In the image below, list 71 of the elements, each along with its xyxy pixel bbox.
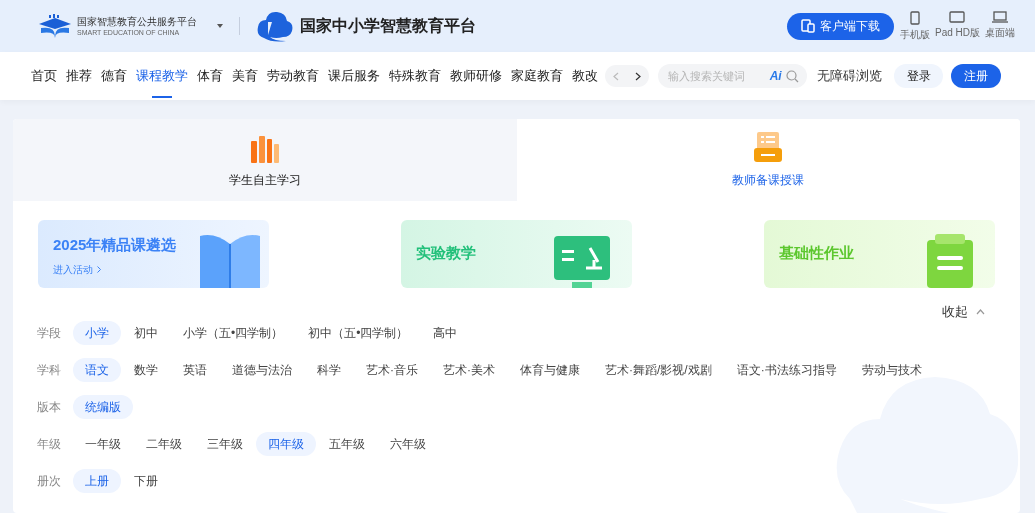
filter-chip[interactable]: 六年级	[378, 431, 438, 456]
filter-label: 册次	[37, 472, 62, 490]
filter-label: 版本	[37, 398, 62, 416]
filter-chip[interactable]: 英语	[171, 357, 219, 382]
filter-chip[interactable]: 三年级	[195, 431, 255, 456]
filter-label: 学段	[37, 324, 62, 342]
tablet-icon	[949, 10, 966, 23]
filter-chip[interactable]: 体育与健康	[508, 357, 592, 382]
device-link[interactable]: 桌面端	[985, 10, 1015, 42]
login-button[interactable]: 登录	[893, 64, 944, 88]
filter-label: 学科	[37, 361, 62, 379]
nav-tab[interactable]: 家庭教育	[511, 52, 563, 100]
filter-label: 年级	[37, 435, 62, 453]
nav-tab[interactable]: 劳动教育	[267, 52, 319, 100]
nav-tab[interactable]: 美育	[232, 52, 258, 100]
filter-chip[interactable]: 一年级	[73, 431, 133, 456]
logo-title: 国家智慧教育公共服务平台	[77, 16, 197, 27]
teacher-desk-icon	[753, 131, 784, 163]
accessibility-link[interactable]: 无障碍浏览	[816, 66, 882, 86]
filter-chip[interactable]: 高中	[421, 320, 470, 345]
download-button[interactable]: 客户端下载	[787, 12, 894, 40]
books-icon	[249, 135, 280, 163]
banner-title: 实验教学	[416, 243, 476, 263]
nav-tab[interactable]: 推荐	[66, 52, 92, 100]
ai-label[interactable]: Ai	[769, 67, 782, 85]
chevron-up-icon	[976, 308, 985, 315]
platform-title: 国家中小学智慧教育平台	[300, 15, 476, 37]
banner-title: 基础性作业	[779, 243, 854, 263]
nav-tab[interactable]: 课后服务	[328, 52, 380, 100]
nav-tab[interactable]: 体育	[197, 52, 223, 100]
laptop-icon	[992, 10, 1008, 23]
filter-chip[interactable]: 道德与法治	[220, 357, 304, 382]
mode-tab[interactable]: 学生自主学习	[13, 119, 517, 201]
filter-chip[interactable]: 语文·书法练习指导	[724, 357, 849, 382]
device-link[interactable]: Pad HD版	[935, 10, 980, 42]
nav-tab[interactable]: 教师研修	[450, 52, 502, 100]
filter-chip[interactable]: 下册	[122, 468, 170, 493]
filter-chip[interactable]: 艺术·音乐	[354, 357, 430, 382]
filter-chip[interactable]: 初中	[122, 320, 170, 345]
caret-icon[interactable]	[217, 24, 223, 28]
filter-chip[interactable]: 初中（五•四学制）	[296, 320, 421, 345]
filter-chip[interactable]: 数学	[122, 357, 170, 382]
book-logo-icon	[37, 14, 73, 38]
filter-chip[interactable]: 艺术·舞蹈/影视/戏剧	[593, 357, 724, 382]
collapse-button[interactable]: 收起	[942, 302, 985, 322]
nav-tab[interactable]: 课程教学	[136, 52, 188, 100]
devices-icon	[801, 19, 815, 33]
device-link[interactable]: 手机版	[900, 10, 930, 42]
chevron-right-icon[interactable]	[634, 71, 641, 81]
nav-tab[interactable]: 教改	[572, 52, 598, 100]
filter-chip[interactable]: 劳动与技术	[849, 357, 934, 382]
filter-chip[interactable]: 统编版	[73, 394, 133, 419]
filter-chip[interactable]: 语文	[73, 357, 121, 382]
filter-chip[interactable]: 上册	[73, 468, 121, 493]
clipboard-drawing	[927, 234, 973, 288]
nav-tab[interactable]: 首页	[31, 52, 57, 100]
nav-tab[interactable]: 德育	[101, 52, 127, 100]
filter-chip[interactable]: 四年级	[256, 431, 316, 456]
filter-chip[interactable]: 小学	[73, 320, 121, 345]
phone-icon	[910, 10, 920, 25]
filter-chip[interactable]: 小学（五•四学制）	[171, 320, 296, 345]
filter-chip[interactable]: 科学	[305, 357, 353, 382]
microscope-screen-drawing	[554, 236, 610, 288]
cloud-logo-icon	[256, 10, 294, 42]
filter-chip[interactable]: 艺术·美术	[431, 357, 507, 382]
banner-title: 2025年精品课遴选	[53, 235, 177, 255]
filter-chip[interactable]: 二年级	[134, 431, 194, 456]
filter-chip[interactable]: 五年级	[317, 431, 377, 456]
register-button[interactable]: 注册	[951, 64, 1001, 88]
nav-tab[interactable]: 特殊教育	[389, 52, 441, 100]
chevron-right-icon	[97, 265, 101, 273]
